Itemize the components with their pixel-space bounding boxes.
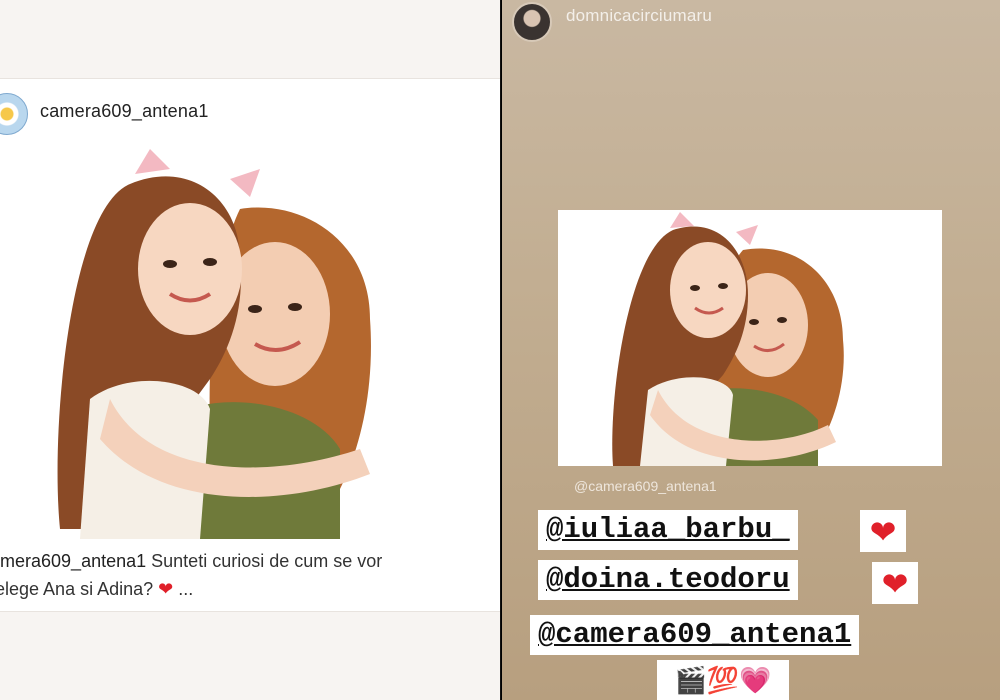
tag-text: @camera609_antena1 xyxy=(538,618,852,651)
right-story-panel: domnicacirciumaru @camera609_antena1 @iu… xyxy=(502,0,1000,700)
story-avatar[interactable] xyxy=(512,2,552,42)
story-photo xyxy=(558,210,942,466)
tag-text: @iuliaa_barbu_ xyxy=(546,513,790,546)
heart-icon: ❤ xyxy=(860,510,906,552)
tag-iuliaa-barbu[interactable]: @iuliaa_barbu_ xyxy=(538,510,798,550)
caption-more[interactable]: ... xyxy=(178,579,193,599)
emoji-sticker: 🎬💯💗 xyxy=(657,660,789,700)
caption-line2: telege Ana si Adina? xyxy=(0,579,154,599)
caption-line1: Sunteti curiosi de cum se vor xyxy=(151,551,383,571)
photo-illustration xyxy=(40,149,400,539)
tag-camera609-antena1[interactable]: @camera609_antena1 xyxy=(530,615,860,655)
heart-icon: ❤ xyxy=(872,562,918,604)
post-username[interactable]: camera609_antena1 xyxy=(40,101,209,122)
post-photo xyxy=(40,149,400,539)
tag-text: @doina.teodoru xyxy=(546,563,790,596)
heart-icon: ❤ xyxy=(158,579,174,599)
story-mention-small[interactable]: @camera609_antena1 xyxy=(574,478,717,494)
story-username[interactable]: domnicacirciumaru xyxy=(566,6,712,26)
left-post-panel: camera609_antena1 amera609_antena1 Sunte… xyxy=(0,0,501,700)
post-avatar[interactable] xyxy=(0,93,28,135)
caption-username[interactable]: amera609_antena1 xyxy=(0,551,146,571)
tag-doina-teodoru[interactable]: @doina.teodoru xyxy=(538,560,798,600)
post-card: camera609_antena1 amera609_antena1 Sunte… xyxy=(0,78,500,612)
story-photo-illustration xyxy=(558,210,942,466)
post-caption: amera609_antena1 Sunteti curiosi de cum … xyxy=(0,547,500,603)
